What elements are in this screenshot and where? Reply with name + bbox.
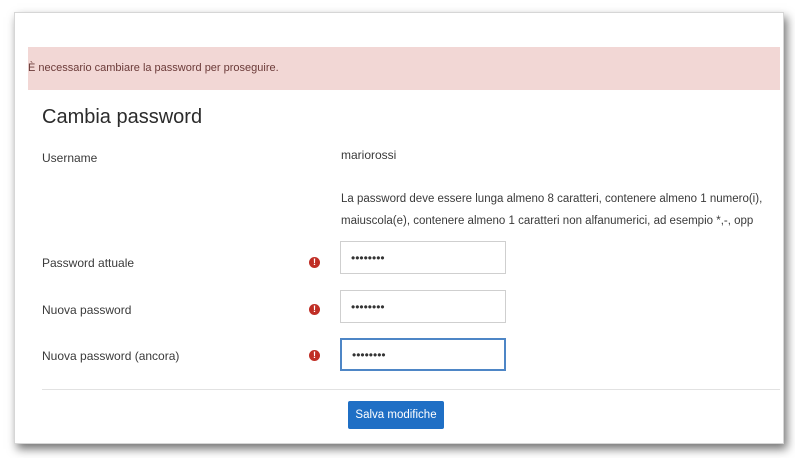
form-divider bbox=[42, 389, 780, 390]
current-password-input[interactable] bbox=[340, 241, 506, 274]
password-policy-line-1: La password deve essere lunga almeno 8 c… bbox=[341, 193, 763, 205]
required-icon: ! bbox=[309, 257, 320, 268]
password-policy-hint: La password deve essere lunga almeno 8 c… bbox=[341, 188, 780, 232]
required-icon: ! bbox=[309, 304, 320, 315]
password-policy-line-2: maiuscola(e), contenere almeno 1 caratte… bbox=[341, 215, 754, 227]
save-changes-button[interactable]: Salva modifiche bbox=[348, 401, 444, 429]
password-change-alert: È necessario cambiare la password per pr… bbox=[28, 47, 780, 90]
username-label: Username bbox=[42, 151, 98, 165]
new-password-input[interactable] bbox=[340, 290, 506, 323]
confirm-password-label: Nuova password (ancora) bbox=[42, 349, 180, 363]
page-title: Cambia password bbox=[42, 106, 203, 128]
username-value: mariorossi bbox=[341, 148, 397, 162]
required-icon: ! bbox=[309, 350, 320, 361]
current-password-label: Password attuale bbox=[42, 256, 135, 270]
confirm-password-input[interactable] bbox=[340, 338, 506, 371]
new-password-label: Nuova password bbox=[42, 303, 132, 317]
